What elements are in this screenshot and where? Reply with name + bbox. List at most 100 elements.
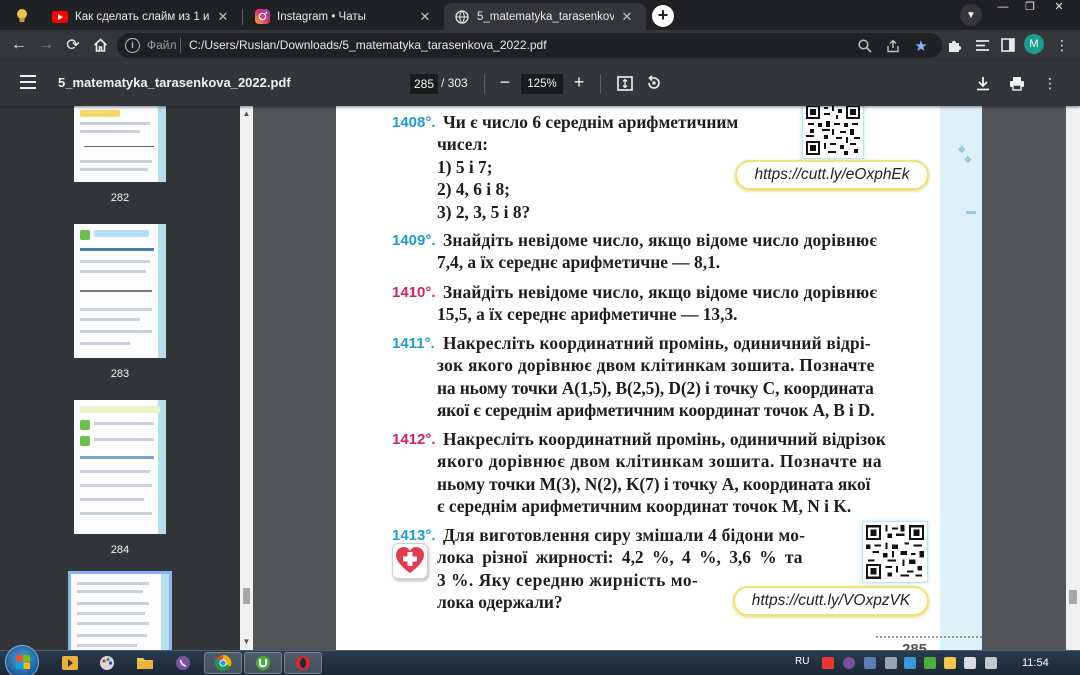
- zoom-out-button[interactable]: −: [495, 72, 515, 92]
- page-thumbnail-285[interactable]: [68, 571, 172, 650]
- media-player-icon[interactable]: [55, 652, 85, 674]
- pdf-title: 5_matematyka_tarasenkova_2022.pdf: [58, 75, 291, 90]
- close-tab-icon[interactable]: ✕: [416, 8, 434, 26]
- utorrent-tray-icon[interactable]: [924, 657, 936, 669]
- rotate-icon[interactable]: [644, 73, 664, 93]
- shield-tray-icon[interactable]: [904, 657, 916, 669]
- tab-youtube[interactable]: Как сделать слайм из 1 ингреди ✕: [42, 3, 242, 30]
- viber-icon[interactable]: [168, 652, 198, 674]
- extensions-puzzle-icon[interactable]: [944, 35, 964, 55]
- text-line: на ньому точки A(1,5), B(2,5), D(2) і то…: [437, 377, 874, 398]
- tab-strip: Как сделать слайм из 1 ингреди ✕ Instagr…: [0, 0, 1080, 30]
- chrome-icon[interactable]: [204, 652, 242, 674]
- page-thumbnail-284[interactable]: [74, 400, 166, 534]
- text-line: лока різної жирності: 4,2 %, 4 %, 3,6 % …: [437, 547, 803, 568]
- scroll-down-icon[interactable]: ▼: [242, 637, 251, 646]
- opera-icon[interactable]: [284, 652, 322, 674]
- network-tray-icon[interactable]: [864, 657, 876, 669]
- page-thumbnail-283[interactable]: [74, 224, 166, 358]
- antivirus-tray-icon[interactable]: [822, 657, 834, 669]
- fit-to-page-icon[interactable]: [615, 73, 635, 93]
- side-panel-icon[interactable]: [998, 35, 1018, 55]
- info-icon[interactable]: i: [125, 38, 140, 53]
- problem-number: 1408°.: [392, 114, 436, 131]
- windows-logo-icon: [16, 655, 30, 669]
- lightbulb-icon[interactable]: [10, 6, 34, 26]
- volume-tray-icon[interactable]: [985, 657, 997, 669]
- menu-hamburger-icon[interactable]: [20, 75, 36, 89]
- problem-text: Знайдіть невідоме число, якщо відоме чис…: [437, 229, 933, 274]
- text-line: якого дорівнює двом клітинкам зошита. По…: [437, 451, 883, 472]
- problem-number: 1409°.: [392, 232, 436, 249]
- more-options-icon[interactable]: ⋮: [1040, 73, 1060, 93]
- share-icon[interactable]: [884, 37, 902, 55]
- tab-title: 5_matematyka_tarasenkova_2022.: [477, 10, 614, 23]
- viewer-scrollbar[interactable]: [1066, 106, 1080, 650]
- health-heart-icon: [392, 543, 428, 579]
- qr-link-label[interactable]: https://cutt.ly/VOxpzVK: [733, 586, 929, 616]
- text-line: Знайдіть невідоме число, якщо відоме чис…: [443, 282, 878, 302]
- text-line: Знайдіть невідоме число, якщо відоме чис…: [443, 230, 878, 250]
- scrollbar-thumb[interactable]: [1069, 590, 1077, 604]
- zoom-level-input[interactable]: 125%: [521, 74, 563, 94]
- text-line: Накресліть координатний промінь, одиничн…: [443, 333, 871, 353]
- url-text[interactable]: C:/Users/Ruslan/Downloads/5_matematyka_t…: [189, 38, 547, 52]
- minimize-icon[interactable]: —: [990, 0, 1016, 16]
- utorrent-icon[interactable]: [244, 652, 282, 674]
- reading-list-icon[interactable]: [972, 35, 992, 55]
- bookmark-star-icon[interactable]: ★: [912, 37, 930, 55]
- url-scheme: Файл: [147, 38, 177, 52]
- zoom-icon[interactable]: [856, 37, 874, 55]
- problem-1408: 1408°. Чи є число 6 середнім арифметични…: [392, 111, 774, 223]
- text-line: Для виготовлення сиру змішали 4 бідони м…: [443, 525, 806, 545]
- qr-code: [862, 521, 928, 583]
- qr-code: [802, 101, 864, 159]
- explorer-folder-icon[interactable]: [130, 652, 160, 674]
- text-line: 7,4, а їх середнє арифметичне — 8,1.: [437, 252, 721, 273]
- text-line: Накресліть координатний промінь, одиничн…: [443, 429, 887, 449]
- thumbnail-sidebar: 282 283 284: [0, 106, 240, 650]
- pdf-toolbar: 5_matematyka_tarasenkova_2022.pdf 285 / …: [0, 60, 1080, 106]
- qr-link-label[interactable]: https://cutt.ly/eOxphEk: [735, 160, 929, 190]
- tab-instagram[interactable]: Instagram • Чаты ✕: [244, 3, 444, 30]
- battery-tray-icon[interactable]: [944, 657, 956, 669]
- reload-icon[interactable]: ⟳: [62, 34, 84, 56]
- tab-pdf[interactable]: 5_matematyka_tarasenkova_2022. ✕: [444, 3, 646, 30]
- download-icon[interactable]: [973, 73, 993, 93]
- language-indicator[interactable]: RU: [795, 656, 809, 667]
- instagram-icon: [254, 9, 270, 25]
- tab-search-chevron-icon[interactable]: ▼: [960, 4, 982, 26]
- start-button[interactable]: [5, 645, 39, 675]
- viber-tray-icon[interactable]: [843, 657, 855, 669]
- text-line: зок якого дорівнює двом клітинкам зошита…: [437, 355, 875, 376]
- update-tray-icon[interactable]: [885, 657, 897, 669]
- sidebar-scrollbar[interactable]: ▲ ▼: [240, 106, 253, 650]
- scroll-up-icon[interactable]: ▲: [242, 109, 251, 118]
- new-tab-button[interactable]: +: [652, 5, 674, 27]
- menu-kebab-icon[interactable]: ⋮: [1052, 35, 1072, 55]
- page-number-input[interactable]: 285: [410, 74, 438, 94]
- zoom-in-button[interactable]: +: [569, 72, 589, 92]
- problem-text: Накресліть координатний промінь, одиничн…: [437, 332, 933, 422]
- paint-icon[interactable]: [92, 652, 122, 674]
- back-arrow-icon[interactable]: ←: [8, 34, 30, 56]
- scrollbar-thumb[interactable]: [243, 588, 250, 604]
- system-clock[interactable]: 11:54: [1022, 657, 1049, 669]
- maximize-icon[interactable]: ❐: [1017, 0, 1043, 16]
- close-tab-icon[interactable]: ✕: [214, 8, 232, 26]
- page-thumbnail-282[interactable]: [74, 106, 166, 182]
- print-icon[interactable]: [1007, 73, 1027, 93]
- home-icon[interactable]: [89, 34, 111, 56]
- address-bar[interactable]: i Файл C:/Users/Ruslan/Downloads/5_matem…: [117, 33, 942, 58]
- forward-arrow-icon[interactable]: →: [35, 34, 57, 56]
- problem-text: Знайдіть невідоме число, якщо відоме чис…: [437, 281, 933, 326]
- toolbar-divider: [484, 74, 485, 94]
- problem-1410: 1410°. Знайдіть невідоме число, якщо від…: [392, 281, 938, 326]
- youtube-icon: [52, 9, 68, 25]
- close-window-icon[interactable]: ✕: [1046, 0, 1072, 16]
- flag-tray-icon[interactable]: [964, 657, 976, 669]
- text-line: 1) 5 і 7;: [437, 156, 493, 177]
- close-tab-icon[interactable]: ✕: [618, 8, 636, 26]
- thumbnail-label: 283: [110, 368, 130, 380]
- profile-avatar[interactable]: M: [1024, 34, 1044, 54]
